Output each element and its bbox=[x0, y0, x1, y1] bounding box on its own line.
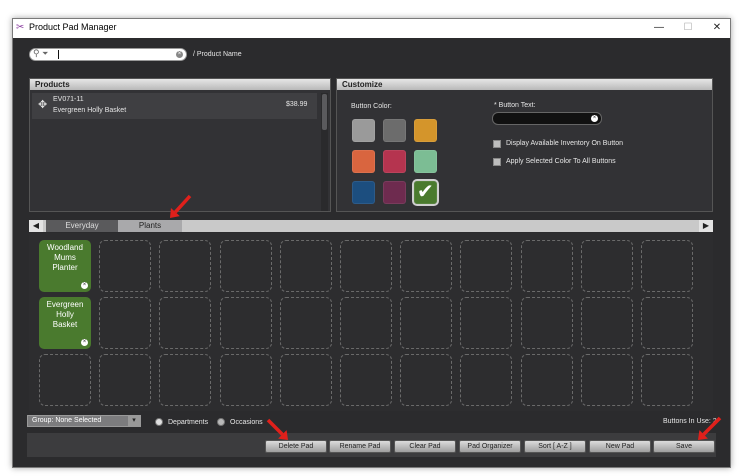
annotation-arrow bbox=[174, 194, 192, 214]
annotation-overlay bbox=[170, 194, 722, 440]
annotation-arrow bbox=[702, 416, 722, 436]
annotation-arrow bbox=[266, 418, 284, 436]
